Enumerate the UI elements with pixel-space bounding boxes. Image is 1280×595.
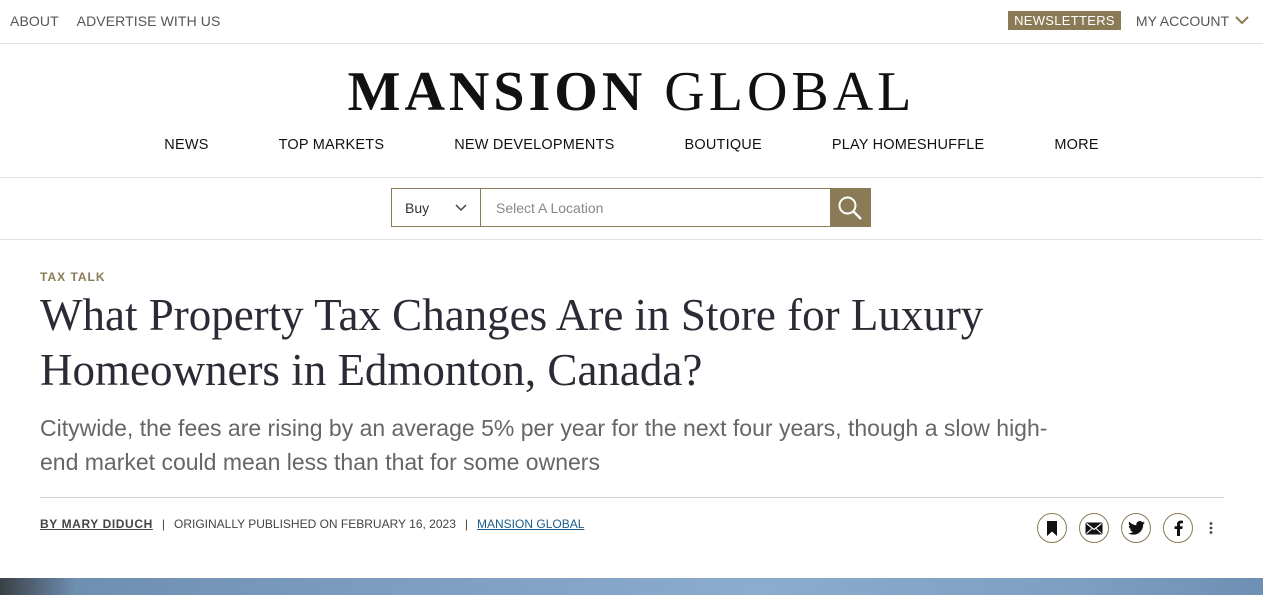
masthead: MANSION GLOBAL NEWS TOP MARKETS NEW DEVE…: [0, 44, 1263, 178]
logo-mansion: MANSION: [347, 61, 647, 123]
twitter-icon: [1127, 521, 1145, 535]
article-category[interactable]: TAX TALK: [40, 270, 106, 284]
hero-image: [0, 578, 1263, 595]
main-nav: NEWS TOP MARKETS NEW DEVELOPMENTS BOUTIQ…: [0, 137, 1263, 153]
bookmark-icon: [1047, 520, 1057, 536]
scrollbar-track[interactable]: [1263, 0, 1280, 595]
about-link[interactable]: ABOUT: [10, 13, 59, 29]
divider: [40, 497, 1224, 498]
author-link[interactable]: BY MARY DIDUCH: [40, 517, 153, 531]
byline: BY MARY DIDUCH | ORIGINALLY PUBLISHED ON…: [40, 517, 584, 531]
nav-boutique[interactable]: BOUTIQUE: [685, 137, 762, 153]
site-logo[interactable]: MANSION GLOBAL: [0, 62, 1263, 122]
advertise-link[interactable]: ADVERTISE WITH US: [77, 13, 221, 29]
share-tools: [1037, 513, 1217, 543]
bookmark-button[interactable]: [1037, 513, 1067, 543]
facebook-icon: [1174, 520, 1183, 536]
my-account-label: MY ACCOUNT: [1135, 12, 1229, 29]
location-input[interactable]: [481, 189, 830, 226]
utility-bar: ABOUT ADVERTISE WITH US NEWSLETTERS MY A…: [0, 0, 1263, 44]
twitter-share-button[interactable]: [1121, 513, 1151, 543]
search-icon: [838, 196, 862, 220]
article-headline: What Property Tax Changes Are in Store f…: [40, 290, 984, 395]
property-search-bar: Buy: [0, 178, 1263, 240]
email-share-button[interactable]: [1079, 513, 1109, 543]
byline-separator: |: [161, 517, 165, 531]
transaction-type-select[interactable]: Buy: [392, 189, 481, 226]
nav-more[interactable]: MORE: [1054, 137, 1098, 153]
chevron-down-icon: [455, 203, 467, 211]
published-date: ORIGINALLY PUBLISHED ON FEBRUARY 16, 202…: [173, 517, 456, 531]
nav-new-developments[interactable]: NEW DEVELOPMENTS: [454, 137, 614, 153]
facebook-share-button[interactable]: [1163, 513, 1193, 543]
nav-play-homeshuffle[interactable]: PLAY HOMESHUFFLE: [832, 137, 985, 153]
logo-global: GLOBAL: [664, 61, 916, 123]
utility-links: ABOUT ADVERTISE WITH US: [10, 13, 234, 29]
more-vertical-icon: [1209, 522, 1213, 534]
search-button[interactable]: [830, 189, 870, 226]
transaction-type-value: Buy: [405, 199, 430, 216]
chevron-down-icon: [1235, 16, 1249, 25]
search-box: Buy: [391, 188, 871, 227]
source-link[interactable]: MANSION GLOBAL: [477, 517, 584, 531]
nav-news[interactable]: NEWS: [164, 137, 208, 153]
utility-right: NEWSLETTERS MY ACCOUNT: [1008, 11, 1249, 30]
email-icon: [1085, 522, 1103, 534]
my-account-menu[interactable]: MY ACCOUNT: [1136, 13, 1249, 29]
more-options-button[interactable]: [1205, 521, 1217, 535]
newsletters-button[interactable]: NEWSLETTERS: [1008, 11, 1121, 30]
byline-separator: |: [464, 517, 469, 531]
nav-top-markets[interactable]: TOP MARKETS: [279, 137, 385, 153]
article-dek: Citywide, the fees are rising by an aver…: [40, 415, 1048, 475]
